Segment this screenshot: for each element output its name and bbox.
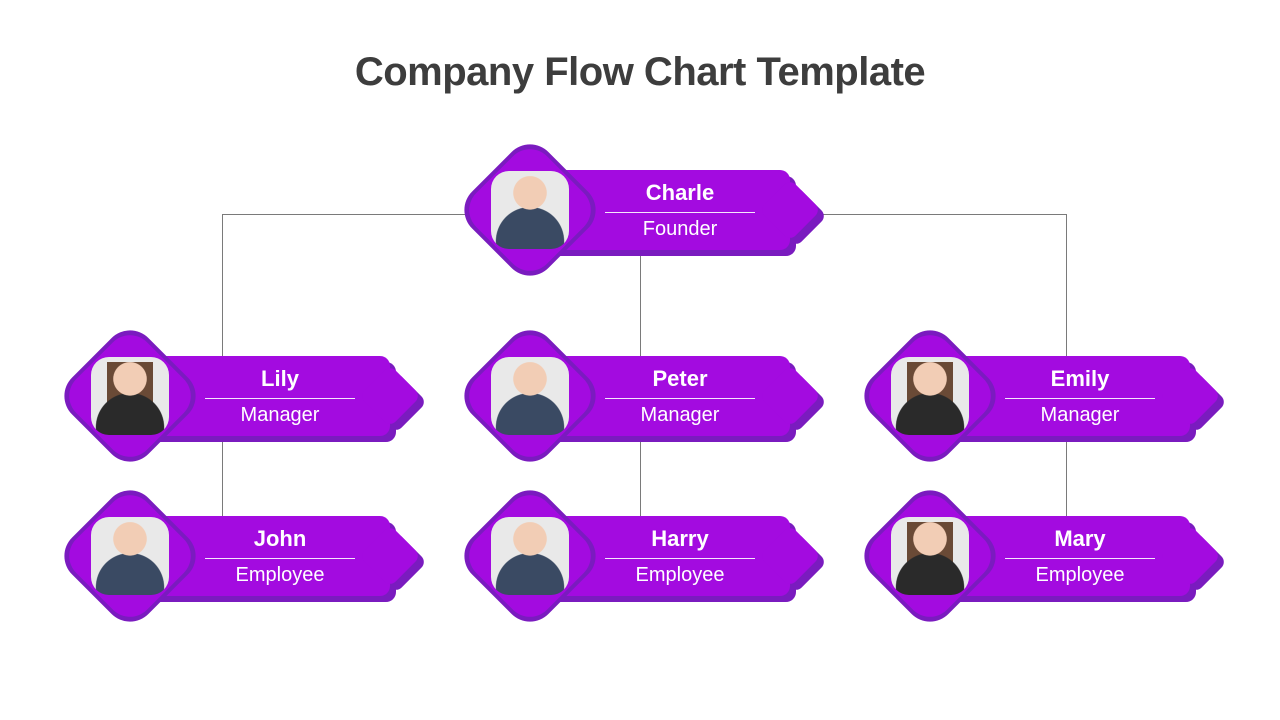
org-node-employee-2: Harry Employee — [480, 516, 800, 602]
person-name: Charle — [646, 182, 714, 204]
org-node-founder: Charle Founder — [480, 170, 800, 256]
org-node-manager-2: Peter Manager — [480, 356, 800, 442]
avatar — [891, 517, 969, 595]
person-name: John — [254, 528, 307, 550]
person-name: Emily — [1051, 368, 1110, 390]
divider — [605, 398, 755, 399]
avatar — [891, 357, 969, 435]
org-node-employee-3: Mary Employee — [880, 516, 1200, 602]
avatar — [91, 517, 169, 595]
avatar — [491, 517, 569, 595]
avatar — [91, 357, 169, 435]
divider — [605, 558, 755, 559]
divider — [205, 398, 355, 399]
divider — [205, 558, 355, 559]
person-role: Employee — [636, 565, 725, 585]
person-role: Manager — [241, 405, 320, 425]
avatar — [491, 171, 569, 249]
divider — [1005, 558, 1155, 559]
org-node-manager-3: Emily Manager — [880, 356, 1200, 442]
person-role: Manager — [641, 405, 720, 425]
page-title: Company Flow Chart Template — [0, 50, 1280, 95]
divider — [1005, 398, 1155, 399]
divider — [605, 212, 755, 213]
person-role: Employee — [1036, 565, 1125, 585]
org-node-manager-1: Lily Manager — [80, 356, 400, 442]
person-name: Peter — [652, 368, 707, 390]
person-name: Lily — [261, 368, 299, 390]
org-node-employee-1: John Employee — [80, 516, 400, 602]
person-name: Harry — [651, 528, 708, 550]
person-role: Founder — [643, 219, 718, 239]
person-role: Manager — [1041, 405, 1120, 425]
person-name: Mary — [1054, 528, 1105, 550]
avatar — [491, 357, 569, 435]
person-role: Employee — [236, 565, 325, 585]
